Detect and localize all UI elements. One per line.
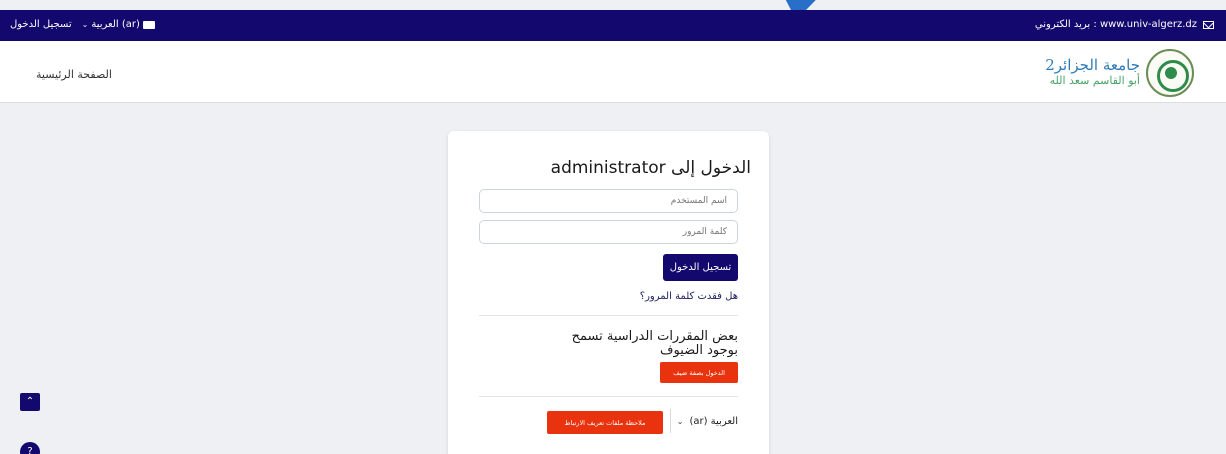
language-label: العربية ‎(ar)‎ (91, 19, 140, 30)
guest-heading: بعض المقررات الدراسية تسمح بوجود الضيوف (571, 329, 738, 358)
logo-text: جامعة الجزائر2 أبو القاسم سعد الله (1045, 58, 1140, 88)
forgot-password-link[interactable]: هل فقدت كلمة المرور؟ (640, 291, 738, 302)
top-bar: تسجيل الدخول ⌄ العربية ‎(ar)‎ بريد الكتر… (0, 10, 1226, 41)
email-text: بريد الكتروني : www.univ-algerz.dz (1034, 19, 1197, 30)
login-title: الدخول إلى administrator (550, 158, 751, 178)
login-card: الدخول إلى administrator تسجيل الدخول هل… (448, 131, 769, 454)
chevron-up-icon: ⌃ (25, 396, 35, 407)
vertical-divider (670, 409, 671, 433)
logo-line-2: أبو القاسم سعد الله (1049, 74, 1140, 87)
login-button[interactable]: تسجيل الدخول (663, 254, 738, 281)
site-header: الصفحة الرئيسية جامعة الجزائر2 أبو القاس… (0, 41, 1226, 103)
divider (479, 315, 738, 316)
help-button[interactable]: ? (20, 442, 40, 454)
top-bar-left: تسجيل الدخول ⌄ العربية ‎(ar)‎ (10, 19, 155, 30)
login-link[interactable]: تسجيل الدخول (10, 19, 72, 30)
chevron-down-icon: ⌄ (676, 417, 684, 426)
page: تسجيل الدخول ⌄ العربية ‎(ar)‎ بريد الكتر… (0, 0, 1226, 454)
logo-seal-icon (1146, 49, 1194, 97)
scroll-to-top-button[interactable]: ⌃ (20, 393, 40, 411)
divider (479, 396, 738, 397)
language-flag-icon (142, 20, 155, 29)
chevron-down-icon: ⌄ (81, 20, 89, 29)
cookie-notice-button[interactable]: ملاحظة ملفات تعريف الارتباط (547, 411, 663, 434)
university-logo[interactable]: جامعة الجزائر2 أبو القاسم سعد الله (1045, 49, 1194, 97)
username-input[interactable] (479, 189, 738, 213)
guest-login-button[interactable]: الدخول بصفة ضيف (660, 362, 738, 383)
envelope-icon (1203, 20, 1214, 29)
top-bar-right: بريد الكتروني : www.univ-algerz.dz (1035, 19, 1214, 30)
language-select-label: العربية ‎(ar)‎ (689, 416, 738, 427)
logo-line-1: جامعة الجزائر2 (1045, 56, 1140, 74)
home-link[interactable]: الصفحة الرئيسية (36, 68, 112, 81)
help-icon: ? (27, 446, 33, 454)
language-menu[interactable]: ⌄ العربية ‎(ar)‎ (82, 19, 155, 30)
password-input[interactable] (479, 220, 738, 244)
language-select[interactable]: العربية ‎(ar)‎ ⌄ (677, 416, 738, 427)
